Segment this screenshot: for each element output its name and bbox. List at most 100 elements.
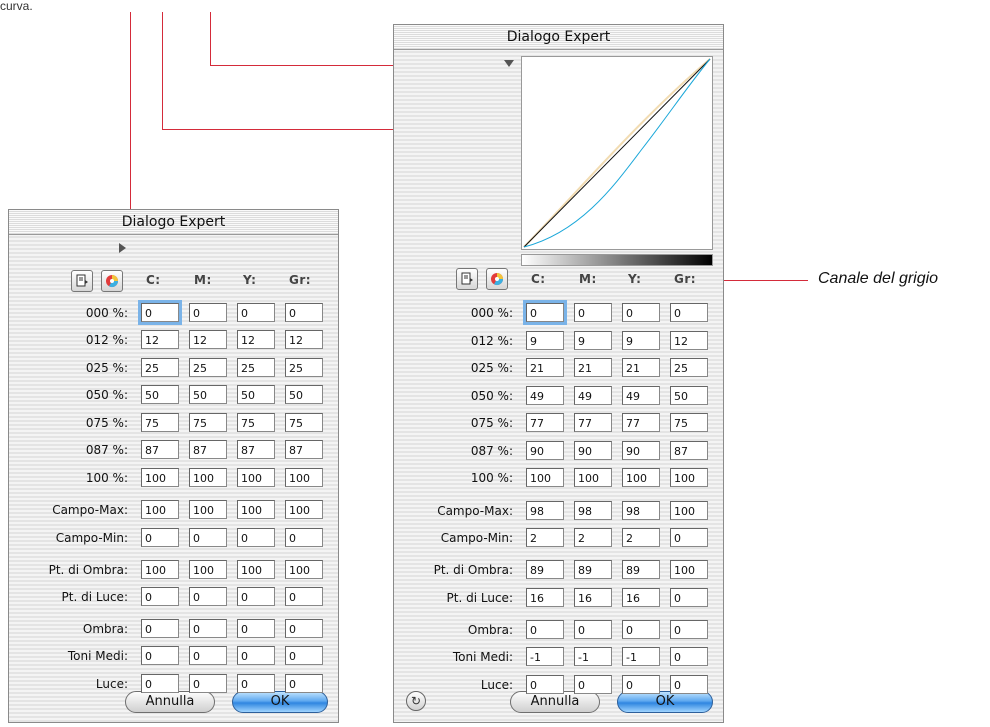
value-field-y[interactable]: 98 [622, 501, 660, 520]
value-field-gr[interactable]: 12 [670, 331, 708, 350]
value-field-y[interactable]: 100 [622, 468, 660, 487]
value-field-gr[interactable]: 0 [670, 303, 708, 322]
value-field-m[interactable]: 0 [574, 303, 612, 322]
curve-graph[interactable] [521, 56, 713, 250]
value-field-c[interactable]: 0 [141, 646, 179, 665]
value-field-c[interactable]: 77 [526, 413, 564, 432]
value-field-m[interactable]: 16 [574, 588, 612, 607]
value-field-m[interactable]: 9 [574, 331, 612, 350]
value-field-c[interactable]: 0 [138, 300, 182, 325]
value-field-y[interactable]: 100 [237, 500, 275, 519]
disclosure-triangle-collapsed[interactable] [119, 243, 126, 253]
value-field-y[interactable]: 25 [237, 358, 275, 377]
value-field-c[interactable]: 90 [526, 441, 564, 460]
value-field-m[interactable]: 0 [189, 646, 227, 665]
color-wheel-button[interactable] [101, 270, 123, 292]
value-field-m[interactable]: 87 [189, 440, 227, 459]
value-field-gr[interactable]: 0 [285, 303, 323, 322]
value-field-y[interactable]: 0 [622, 620, 660, 639]
value-field-gr[interactable]: 25 [670, 358, 708, 377]
value-field-m[interactable]: 100 [189, 468, 227, 487]
value-field-gr[interactable]: 0 [285, 587, 323, 606]
value-field-y[interactable]: 49 [622, 386, 660, 405]
value-field-y[interactable]: 0 [237, 674, 275, 693]
value-field-m[interactable]: 0 [574, 675, 612, 694]
ok-button[interactable]: OK [617, 691, 713, 713]
disclosure-triangle-expanded[interactable] [504, 60, 514, 67]
value-field-gr[interactable]: 87 [670, 441, 708, 460]
value-field-gr[interactable]: 0 [285, 528, 323, 547]
value-field-c[interactable]: 87 [141, 440, 179, 459]
value-field-c[interactable]: 0 [141, 528, 179, 547]
value-field-gr[interactable]: 0 [670, 620, 708, 639]
value-field-y[interactable]: 12 [237, 330, 275, 349]
title-bar[interactable]: Dialogo Expert [9, 210, 338, 235]
value-field-m[interactable]: 0 [189, 528, 227, 547]
value-field-gr[interactable]: 100 [670, 560, 708, 579]
value-field-m[interactable]: 100 [189, 500, 227, 519]
value-field-y[interactable]: 0 [237, 619, 275, 638]
cancel-button[interactable]: Annulla [125, 691, 215, 713]
value-field-c[interactable]: 49 [526, 386, 564, 405]
value-field-gr[interactable]: 75 [670, 413, 708, 432]
value-field-m[interactable]: 100 [189, 560, 227, 579]
value-field-m[interactable]: 100 [574, 468, 612, 487]
value-field-c[interactable]: 25 [141, 358, 179, 377]
value-field-m[interactable]: 12 [189, 330, 227, 349]
value-field-y[interactable]: 50 [237, 385, 275, 404]
value-field-gr[interactable]: 75 [285, 413, 323, 432]
value-field-y[interactable]: 75 [237, 413, 275, 432]
value-field-gr[interactable]: 100 [285, 560, 323, 579]
value-field-gr[interactable]: 0 [285, 619, 323, 638]
value-field-c[interactable]: 89 [526, 560, 564, 579]
value-field-m[interactable]: 0 [189, 303, 227, 322]
value-field-gr[interactable]: 25 [285, 358, 323, 377]
value-field-m[interactable]: 98 [574, 501, 612, 520]
value-field-y[interactable]: 87 [237, 440, 275, 459]
value-field-y[interactable]: 89 [622, 560, 660, 579]
value-field-y[interactable]: 0 [237, 646, 275, 665]
value-field-m[interactable]: 25 [189, 358, 227, 377]
value-field-c[interactable]: 50 [141, 385, 179, 404]
value-field-gr[interactable]: 87 [285, 440, 323, 459]
value-field-m[interactable]: 0 [189, 587, 227, 606]
value-field-c[interactable]: 21 [526, 358, 564, 377]
value-field-m[interactable]: 75 [189, 413, 227, 432]
value-field-m[interactable]: 50 [189, 385, 227, 404]
value-field-y[interactable]: 0 [622, 303, 660, 322]
document-icon-button[interactable] [456, 268, 478, 290]
value-field-m[interactable]: 90 [574, 441, 612, 460]
value-field-y[interactable]: 100 [237, 560, 275, 579]
ok-button[interactable]: OK [232, 691, 328, 713]
value-field-gr[interactable]: 0 [285, 646, 323, 665]
title-bar[interactable]: Dialogo Expert [394, 25, 723, 50]
value-field-c[interactable]: 0 [523, 300, 567, 325]
value-field-gr[interactable]: 0 [670, 647, 708, 666]
value-field-gr[interactable]: 0 [670, 675, 708, 694]
value-field-c[interactable]: 100 [526, 468, 564, 487]
value-field-gr[interactable]: 100 [285, 500, 323, 519]
value-field-gr[interactable]: 12 [285, 330, 323, 349]
color-wheel-button[interactable] [486, 268, 508, 290]
value-field-y[interactable]: -1 [622, 647, 660, 666]
value-field-gr[interactable]: 0 [670, 588, 708, 607]
reset-icon-button[interactable]: ↻ [406, 691, 426, 711]
value-field-gr[interactable]: 0 [285, 674, 323, 693]
value-field-c[interactable]: 98 [526, 501, 564, 520]
cancel-button[interactable]: Annulla [510, 691, 600, 713]
value-field-m[interactable]: 77 [574, 413, 612, 432]
value-field-y[interactable]: 77 [622, 413, 660, 432]
value-field-m[interactable]: 0 [189, 674, 227, 693]
value-field-m[interactable]: -1 [574, 647, 612, 666]
value-field-gr[interactable]: 0 [670, 528, 708, 547]
value-field-c[interactable]: 100 [141, 560, 179, 579]
value-field-y[interactable]: 16 [622, 588, 660, 607]
value-field-c[interactable]: -1 [526, 647, 564, 666]
value-field-m[interactable]: 49 [574, 386, 612, 405]
value-field-m[interactable]: 21 [574, 358, 612, 377]
value-field-m[interactable]: 2 [574, 528, 612, 547]
value-field-c[interactable]: 0 [141, 619, 179, 638]
value-field-gr[interactable]: 100 [670, 501, 708, 520]
value-field-c[interactable]: 0 [526, 675, 564, 694]
value-field-y[interactable]: 0 [237, 303, 275, 322]
